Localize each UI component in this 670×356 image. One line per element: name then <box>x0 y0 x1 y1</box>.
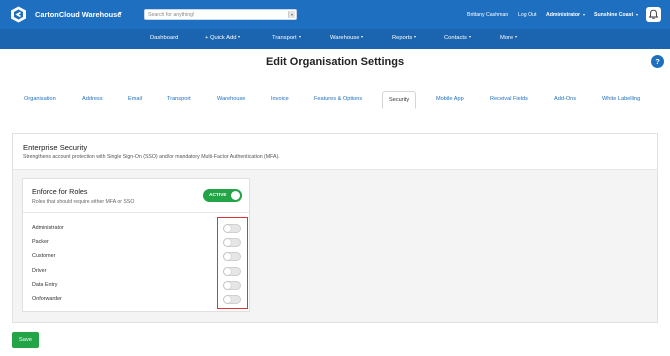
global-search <box>144 9 297 20</box>
chevron-down-icon <box>414 36 417 39</box>
panel-header: Enterprise Security Strengthens account … <box>13 134 657 170</box>
enforce-active-toggle[interactable]: ACTIVE <box>203 189 242 202</box>
tab-email[interactable]: Email <box>128 96 142 102</box>
user-name-link[interactable]: Brittany Cashman <box>467 12 508 18</box>
card-title: Enforce for Roles <box>32 187 88 196</box>
chevron-down-icon <box>583 13 586 16</box>
main-nav: Dashboard + Quick Add Transport Warehous… <box>0 29 670 49</box>
nav-dashboard[interactable]: Dashboard <box>150 35 178 41</box>
role-label-customer: Customer <box>32 253 56 259</box>
nav-quick-add-label: + Quick Add <box>205 35 237 41</box>
location-menu-label: Sunshine Coast <box>594 12 634 18</box>
page-title: Edit Organisation Settings <box>265 56 405 68</box>
nav-more-label: More <box>500 35 514 41</box>
nav-quick-add[interactable]: + Quick Add <box>205 35 241 41</box>
chevron-down-icon <box>238 36 241 39</box>
tab-transport[interactable]: Transport <box>167 96 191 102</box>
tab-receival-fields[interactable]: Receival Fields <box>490 96 528 102</box>
chevron-down-icon <box>468 36 471 39</box>
card-header: Enforce for Roles Roles that should requ… <box>23 179 249 213</box>
tab-features-options[interactable]: Features & Options <box>314 96 362 102</box>
cartoncloud-logo-icon[interactable] <box>10 6 27 23</box>
nav-warehouse-label: Warehouse <box>330 35 360 41</box>
tab-security[interactable]: Security <box>382 91 417 109</box>
chevron-down-icon <box>636 13 639 16</box>
chevron-down-icon <box>361 36 364 39</box>
toggle-label: ACTIVE <box>209 192 227 198</box>
nav-warehouse[interactable]: Warehouse <box>330 35 364 41</box>
location-menu[interactable]: Sunshine Coast <box>594 12 639 18</box>
tab-mobile-app[interactable]: Mobile App <box>436 96 464 102</box>
role-label-driver: Driver <box>32 268 47 274</box>
top-bar: CartonCloud Warehouse Brittany Cashman L… <box>0 0 670 29</box>
nav-reports-label: Reports <box>392 35 413 41</box>
tab-address[interactable]: Address <box>82 96 103 102</box>
help-icon[interactable]: ? <box>651 55 664 68</box>
toggle-knob <box>231 191 240 200</box>
tab-white-labelling[interactable]: White Labelling <box>602 96 640 102</box>
role-menu[interactable]: Administrator <box>546 12 586 18</box>
search-dropdown-button[interactable] <box>288 11 295 18</box>
nav-transport-label: Transport <box>272 35 297 41</box>
nav-contacts-label: Contacts <box>444 35 467 41</box>
tab-add-ons[interactable]: Add-Ons <box>554 96 576 102</box>
notifications-button[interactable] <box>646 7 661 22</box>
role-label-data-entry: Data Entry <box>32 282 58 288</box>
chevron-down-icon <box>298 36 301 39</box>
section-description: Strengthens account protection with Sing… <box>23 154 280 160</box>
nav-contacts[interactable]: Contacts <box>444 35 471 41</box>
chevron-down-icon[interactable] <box>118 12 122 14</box>
enforce-roles-card: Enforce for Roles Roles that should requ… <box>22 178 250 312</box>
nav-reports[interactable]: Reports <box>392 35 417 41</box>
tab-invoice[interactable]: Invoice <box>271 96 289 102</box>
tab-warehouse[interactable]: Warehouse <box>217 96 245 102</box>
bell-icon <box>648 9 659 19</box>
toggles-highlight-box <box>217 217 248 309</box>
save-button[interactable]: Save <box>12 332 39 348</box>
nav-more[interactable]: More <box>500 35 518 41</box>
section-title: Enterprise Security <box>23 143 88 152</box>
search-input[interactable] <box>148 11 288 19</box>
role-label-onforwarder: Onforwarder <box>32 296 62 302</box>
role-label-administrator: Administrator <box>32 225 64 231</box>
nav-transport[interactable]: Transport <box>272 35 301 41</box>
role-menu-label: Administrator <box>546 12 581 18</box>
chevron-down-icon <box>515 36 518 39</box>
logout-link[interactable]: Log Out <box>518 12 536 18</box>
tab-organisation[interactable]: Organisation <box>24 96 56 102</box>
card-description: Roles that should require either MFA or … <box>32 199 135 205</box>
brand-name[interactable]: CartonCloud Warehouse <box>35 10 121 19</box>
role-label-packer: Packer <box>32 239 49 245</box>
